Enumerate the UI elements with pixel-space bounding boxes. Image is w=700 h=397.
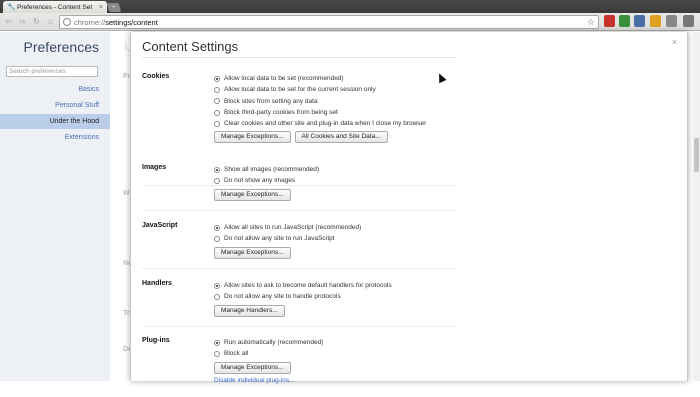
radio-button[interactable]	[214, 177, 220, 184]
content-settings-dialog: Content Settings × Cookies Allow local d…	[130, 32, 688, 384]
sidebar-item-basics[interactable]: Basics	[0, 82, 110, 97]
preferences-sidebar: Preferences Search preferences Basics Pe…	[0, 32, 110, 381]
radio-button[interactable]	[214, 235, 220, 242]
page-icon	[63, 18, 71, 26]
reload-icon[interactable]: ↻	[31, 16, 42, 27]
bookmark-star-icon[interactable]: ☆	[587, 17, 595, 28]
option-block-js[interactable]: Do not allow any site to run JavaScript	[214, 233, 361, 244]
section-label-plugins: Plug-ins	[142, 337, 170, 344]
browser-tab[interactable]: 🔧 Preferences - Content Set ×	[3, 1, 107, 13]
plugins-section: Plug-ins Run automatically (recommended)…	[142, 337, 456, 397]
url-text: chrome://settings/content	[74, 17, 158, 27]
manage-exceptions-button[interactable]: Manage Exceptions...	[214, 361, 291, 374]
scrollbar[interactable]	[693, 32, 700, 381]
radio-button[interactable]	[214, 75, 220, 82]
option-no-images[interactable]: Do not show any images	[214, 175, 319, 186]
wrench-menu-icon[interactable]	[683, 15, 694, 27]
browser-toolbar: ⇦ ⇨ ↻ ⌂ chrome://settings/content ☆	[0, 13, 700, 31]
window-titlebar: 🔧 Preferences - Content Set × +	[0, 0, 700, 13]
disable-plugins-link[interactable]: Disable individual plug-ins...	[214, 377, 323, 384]
manage-exceptions-button[interactable]: Manage Exceptions...	[214, 131, 291, 144]
radio-button[interactable]	[214, 293, 220, 300]
checkbox[interactable]	[214, 109, 220, 116]
tab-title: Preferences - Content Set	[17, 3, 93, 11]
address-bar[interactable]: chrome://settings/content ☆	[59, 15, 599, 29]
option-allow-js[interactable]: Allow all sites to run JavaScript (recom…	[214, 222, 361, 233]
forward-icon[interactable]: ⇨	[17, 16, 28, 27]
option-block-handlers[interactable]: Do not allow any site to handle protocol…	[214, 291, 392, 302]
radio-button[interactable]	[214, 166, 220, 173]
sidebar-item-personal-stuff[interactable]: Personal Stuff	[0, 98, 110, 113]
close-icon[interactable]: ×	[672, 37, 677, 47]
images-section: Images Show all images (recommended) Do …	[142, 164, 456, 211]
checkbox[interactable]	[214, 120, 220, 127]
radio-button[interactable]	[214, 282, 220, 289]
section-label-images: Images	[142, 164, 167, 171]
home-icon[interactable]: ⌂	[45, 16, 56, 27]
handlers-section: Handlers Allow sites to ask to become de…	[142, 280, 456, 327]
radio-button[interactable]	[214, 98, 220, 105]
manage-exceptions-button[interactable]: Manage Exceptions...	[214, 246, 291, 259]
back-icon[interactable]: ⇦	[3, 16, 14, 27]
radio-button[interactable]	[214, 224, 220, 231]
option-block-third-party[interactable]: Block third-party cookies from being set	[214, 107, 426, 118]
scrollbar-thumb[interactable]	[694, 138, 699, 172]
section-label-handlers: Handlers	[142, 280, 172, 287]
option-show-images[interactable]: Show all images (recommended)	[214, 164, 319, 175]
radio-button[interactable]	[214, 339, 220, 346]
javascript-section: JavaScript Allow all sites to run JavaSc…	[142, 222, 456, 269]
option-clear-on-close[interactable]: Clear cookies and other site and plug-in…	[214, 118, 426, 129]
divider	[142, 57, 456, 58]
new-tab-button[interactable]: +	[106, 3, 122, 12]
extension-green-icon[interactable]	[619, 15, 630, 27]
dialog-title: Content Settings	[142, 39, 239, 54]
extension-pdf-icon[interactable]	[604, 15, 615, 27]
option-run-plugins[interactable]: Run automatically (recommended)	[214, 337, 323, 348]
search-input[interactable]: Search preferences	[6, 66, 98, 77]
option-allow-local-data[interactable]: Allow local data to be set (recommended)	[214, 73, 426, 84]
sidebar-item-under-the-hood[interactable]: Under the Hood	[0, 114, 110, 129]
extension-cloud-icon[interactable]	[634, 15, 645, 27]
section-label-cookies: Cookies	[142, 73, 170, 80]
search-icon[interactable]	[666, 15, 677, 27]
sidebar-item-extensions[interactable]: Extensions	[0, 130, 110, 145]
section-label-javascript: JavaScript	[142, 222, 178, 229]
sidebar-title: Preferences	[23, 39, 99, 55]
manage-exceptions-button[interactable]: Manage Exceptions...	[214, 188, 291, 201]
extension-flag-icon[interactable]	[650, 15, 661, 27]
option-block-all-data[interactable]: Block sites from setting any data	[214, 96, 426, 107]
option-block-plugins[interactable]: Block all	[214, 348, 323, 359]
manage-handlers-button[interactable]: Manage Handlers...	[214, 304, 285, 317]
option-session-only[interactable]: Allow local data to be set for the curre…	[214, 84, 426, 95]
tab-close-icon[interactable]: ×	[99, 4, 103, 11]
radio-button[interactable]	[214, 86, 220, 93]
option-allow-handlers[interactable]: Allow sites to ask to become default han…	[214, 280, 392, 291]
all-cookies-button[interactable]: All Cookies and Site Data...	[294, 131, 388, 144]
wrench-icon: 🔧	[7, 3, 16, 11]
radio-button[interactable]	[214, 350, 220, 357]
